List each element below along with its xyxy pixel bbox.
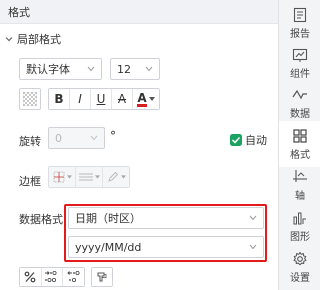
border-position-button xyxy=(49,167,76,187)
data-format-label: 数据格式 xyxy=(19,213,63,226)
section-header-local-format[interactable]: 局部格式 xyxy=(5,31,61,47)
auto-rotate-label: 自动 xyxy=(245,134,267,147)
tab-label: 数据 xyxy=(290,108,310,120)
tab-label: 组件 xyxy=(290,68,310,80)
font-color-swatch: A xyxy=(137,90,147,107)
percent-icon xyxy=(24,271,36,283)
text-style-group: B I U A A xyxy=(48,88,160,110)
tab-settings[interactable]: 设置 xyxy=(279,244,320,290)
font-family-select[interactable]: 默认字体 xyxy=(19,58,102,80)
tab-label: 设置 xyxy=(290,272,310,284)
data-format-type-select[interactable]: 日期（时区） xyxy=(68,207,264,229)
rotation-label: 旋转 xyxy=(19,135,41,148)
border-grid-icon xyxy=(53,171,64,183)
component-icon xyxy=(292,48,308,62)
settings-icon xyxy=(293,251,307,266)
data-icon xyxy=(292,89,307,99)
chevron-down-icon xyxy=(5,37,13,42)
degree-unit: ° xyxy=(110,129,116,143)
pencil-icon xyxy=(107,171,118,182)
rotation-select: 0 xyxy=(48,127,105,149)
tab-label: 轴 xyxy=(295,190,305,202)
font-size-value: 12 xyxy=(117,62,131,76)
data-format-type-value: 日期（时区） xyxy=(75,212,141,225)
graph-icon xyxy=(293,212,306,224)
checker-pattern-icon xyxy=(23,92,37,106)
tab-axis[interactable]: 轴 xyxy=(279,162,320,208)
font-size-select[interactable]: 12 xyxy=(110,58,160,80)
decrease-decimal-button[interactable] xyxy=(63,268,85,286)
decrease-decimal-icon xyxy=(67,270,80,282)
border-line-style-button xyxy=(76,167,103,187)
chevron-down-icon xyxy=(145,66,153,72)
tab-format[interactable]: 格式 xyxy=(279,121,320,167)
tab-graph[interactable]: 图形 xyxy=(279,203,320,249)
border-label: 边框 xyxy=(19,175,41,188)
section-title: 局部格式 xyxy=(17,33,61,46)
tab-data[interactable]: 数据 xyxy=(279,80,320,126)
chevron-down-icon xyxy=(249,244,257,250)
panel-title: 格式 xyxy=(8,6,30,19)
format-brush-icon xyxy=(97,272,107,282)
axis-icon xyxy=(293,169,307,182)
font-family-value: 默认字体 xyxy=(26,63,70,76)
number-format-group xyxy=(19,267,85,287)
line-style-icon xyxy=(78,173,93,181)
report-icon xyxy=(293,7,307,22)
tab-label: 报告 xyxy=(290,28,310,40)
tab-label: 图形 xyxy=(290,231,310,243)
increase-decimal-button[interactable] xyxy=(41,268,64,286)
italic-button[interactable]: I xyxy=(70,89,91,109)
strikethrough-button[interactable]: A xyxy=(112,89,133,109)
rotation-value: 0 xyxy=(55,131,62,145)
font-color-button[interactable]: A xyxy=(133,89,159,109)
underline-button[interactable]: U xyxy=(91,89,112,109)
caret-down-icon xyxy=(66,175,72,179)
data-format-pattern-select[interactable]: yyyy/MM/dd xyxy=(68,236,264,258)
checkbox-checked-icon xyxy=(230,134,242,146)
panel-header xyxy=(0,0,278,24)
increase-decimal-icon xyxy=(45,270,57,282)
bold-button[interactable]: B xyxy=(49,89,70,109)
right-tab-bar: 报告 组件 数据 格式 轴 图形 设置 xyxy=(278,0,320,290)
format-icon xyxy=(293,128,307,143)
chevron-down-icon xyxy=(87,66,95,72)
caret-down-icon xyxy=(94,175,100,179)
format-brush-button[interactable] xyxy=(91,267,113,287)
tab-label: 格式 xyxy=(290,149,310,161)
data-format-pattern-value: yyyy/MM/dd xyxy=(75,240,142,254)
chevron-down-icon xyxy=(249,215,257,221)
percent-button[interactable] xyxy=(20,268,42,286)
auto-rotate-checkbox[interactable]: 自动 xyxy=(230,132,267,148)
background-pattern-button[interactable] xyxy=(19,88,41,110)
border-controls xyxy=(48,166,130,188)
chevron-down-icon xyxy=(90,135,98,141)
border-color-button xyxy=(103,167,129,187)
caret-down-icon xyxy=(120,175,126,179)
caret-down-icon xyxy=(148,97,155,101)
